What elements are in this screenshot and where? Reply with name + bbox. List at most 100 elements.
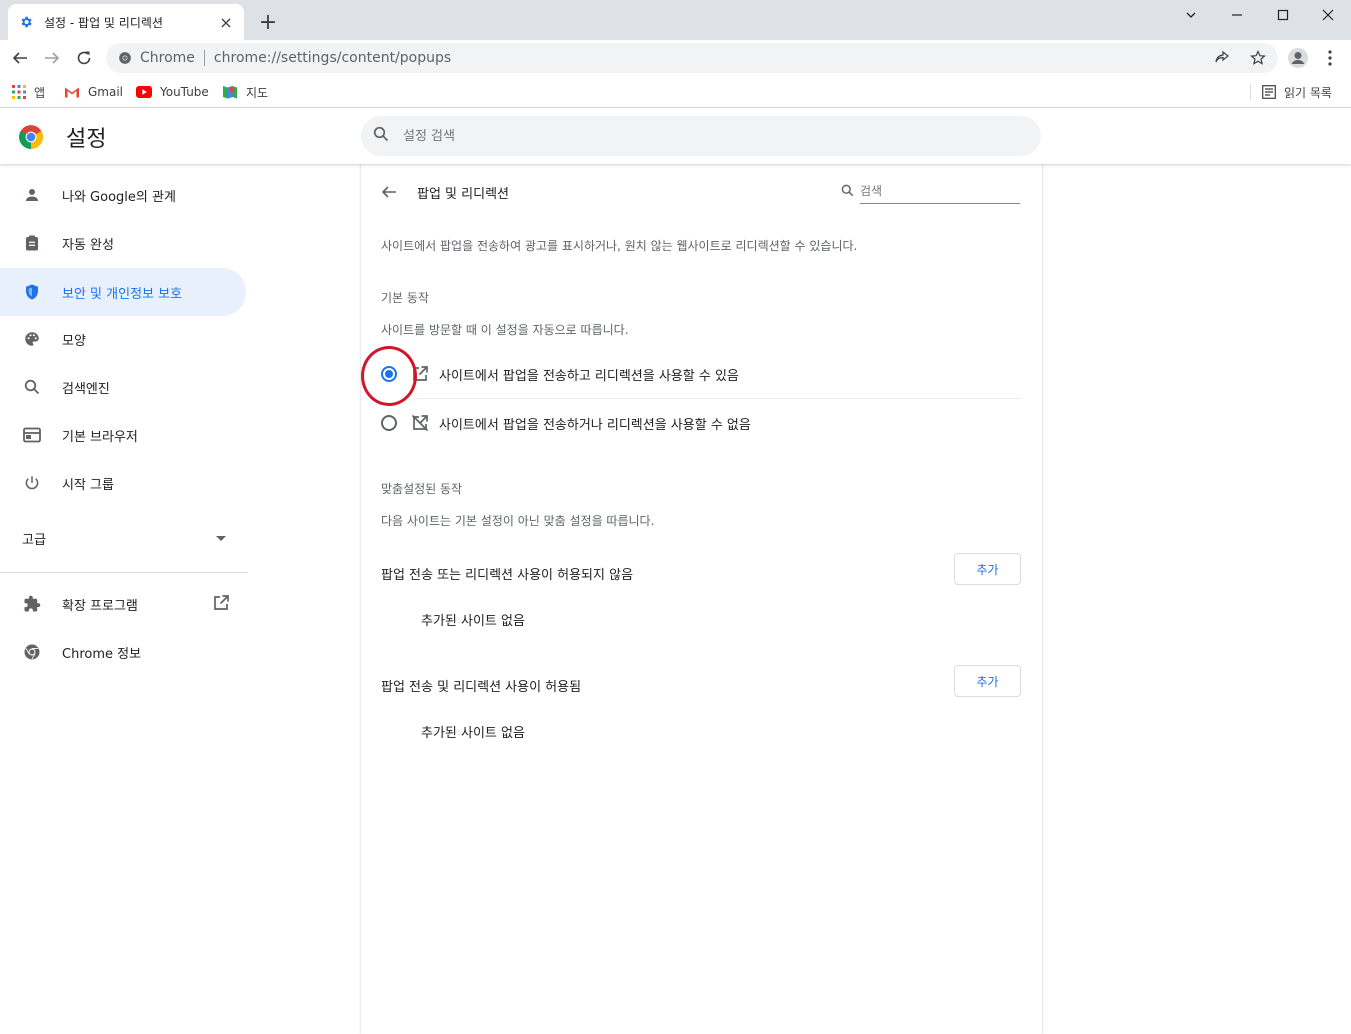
bookmarks-bar: 앱 Gmail YouTube 지도 읽기 목록 — [0, 76, 1351, 108]
bookmark-label: 지도 — [246, 85, 269, 100]
star-icon[interactable] — [1250, 43, 1266, 73]
gmail-icon — [64, 86, 80, 98]
radio-button-checked[interactable] — [381, 366, 397, 382]
radio-label: 사이트에서 팝업을 전송하고 리디렉션을 사용할 수 있음 — [439, 368, 739, 384]
sidebar-item-extensions[interactable]: 확장 프로그램 — [0, 580, 246, 628]
page-title: 팝업 및 리디렉션 — [417, 187, 509, 202]
bookmark-label: Gmail — [88, 85, 124, 99]
sidebar-item-you-and-google[interactable]: 나와 Google의 관계 — [0, 171, 246, 219]
blocked-sites-label: 팝업 전송 또는 리디렉션 사용이 허용되지 않음 — [381, 568, 634, 583]
reading-list-button[interactable]: 읽기 목록 — [1262, 80, 1332, 104]
close-icon[interactable]: × — [218, 13, 234, 32]
sidebar-item-label: 시작 그룹 — [62, 477, 114, 493]
chevron-down-icon[interactable] — [1168, 0, 1214, 30]
sidebar-item-label: 나와 Google의 관계 — [62, 189, 176, 205]
clipboard-icon — [22, 233, 42, 253]
radio-allow-popups[interactable]: 사이트에서 팝업을 전송하고 리디렉션을 사용할 수 있음 — [381, 350, 1021, 398]
apps-grid-icon — [12, 85, 26, 99]
sidebar: 나와 Google의 관계 자동 완성 보안 및 개인정보 보호 모양 검색엔진… — [0, 164, 248, 1034]
radio-block-popups[interactable]: 사이트에서 팝업을 전송하거나 리디렉션을 사용할 수 없음 — [381, 399, 1021, 447]
sidebar-divider — [0, 572, 248, 573]
bookmark-gmail[interactable]: Gmail — [64, 80, 123, 104]
back-arrow-icon[interactable] — [6, 44, 34, 72]
more-vertical-icon[interactable] — [1316, 44, 1344, 72]
add-allowed-site-button[interactable]: 추가 — [954, 665, 1021, 697]
reload-icon[interactable] — [70, 44, 98, 72]
sidebar-item-label: Chrome 정보 — [62, 646, 142, 662]
sidebar-item-label: 보안 및 개인정보 보호 — [62, 286, 183, 302]
sidebar-item-search-engine[interactable]: 검색엔진 — [0, 363, 246, 411]
radio-dot — [385, 370, 393, 378]
chrome-gray-icon — [22, 642, 42, 662]
sidebar-item-label: 확장 프로그램 — [62, 598, 138, 614]
card-header: 팝업 및 리디렉션 — [361, 164, 1042, 220]
reading-list-icon — [1262, 85, 1276, 99]
new-tab-button[interactable]: + — [256, 10, 280, 35]
youtube-icon — [136, 86, 152, 98]
tab-settings[interactable]: 설정 - 팝업 및 리디렉션 × — [8, 4, 244, 40]
blocked-empty-text: 추가된 사이트 없음 — [421, 614, 525, 629]
custom-behavior-subtitle: 다음 사이트는 기본 설정이 아닌 맞춤 설정을 따릅니다. — [381, 514, 655, 528]
sidebar-item-appearance[interactable]: 모양 — [0, 315, 246, 363]
url-text[interactable]: chrome://settings/content/popups — [214, 50, 451, 66]
chrome-chip: Chrome — [118, 50, 195, 66]
profile-avatar-icon[interactable] — [1284, 44, 1312, 72]
chrome-small-icon — [119, 52, 131, 64]
sidebar-item-label: 자동 완성 — [62, 237, 114, 253]
sidebar-advanced-toggle[interactable]: 고급 — [0, 514, 246, 562]
omnibox-separator — [203, 50, 205, 66]
search-icon — [22, 377, 42, 397]
tab-title: 설정 - 팝업 및 리디렉션 — [44, 15, 163, 30]
shield-icon — [22, 282, 42, 302]
tab-strip: 설정 - 팝업 및 리디렉션 × + — [0, 0, 1351, 40]
settings-header: 설정 — [0, 108, 1351, 164]
palette-icon — [22, 329, 42, 349]
puzzle-icon — [22, 594, 42, 614]
caret-down-icon — [216, 536, 226, 541]
sidebar-item-label: 검색엔진 — [62, 381, 110, 397]
default-behavior-subtitle: 사이트를 방문할 때 이 설정을 자동으로 따릅니다. — [381, 323, 629, 337]
radio-label: 사이트에서 팝업을 전송하거나 리디렉션을 사용할 수 없음 — [439, 417, 751, 433]
maps-icon — [222, 84, 238, 100]
advanced-label: 고급 — [22, 532, 46, 548]
settings-search-input[interactable] — [403, 128, 963, 144]
back-arrow-icon[interactable] — [377, 180, 401, 204]
browser-window-icon — [22, 425, 42, 445]
sidebar-item-on-startup[interactable]: 시작 그룹 — [0, 459, 246, 507]
bookmark-label: YouTube — [160, 85, 209, 99]
bookmark-apps[interactable]: 앱 — [12, 80, 45, 104]
page-search-input[interactable] — [860, 178, 1020, 204]
page-search[interactable] — [841, 178, 1021, 204]
forward-arrow-icon[interactable] — [38, 44, 66, 72]
add-blocked-site-button[interactable]: 추가 — [954, 553, 1021, 585]
allowed-sites-label: 팝업 전송 및 리디렉션 사용이 허용됨 — [381, 680, 582, 695]
popups-settings-card: 팝업 및 리디렉션 사이트에서 팝업을 전송하여 광고를 표시하거나, 원치 않… — [361, 164, 1042, 1034]
maximize-icon[interactable] — [1260, 0, 1306, 30]
settings-search[interactable] — [361, 116, 1041, 156]
reading-list-label: 읽기 목록 — [1284, 85, 1332, 100]
open-in-new-icon — [411, 365, 429, 383]
bookmark-youtube[interactable]: YouTube — [136, 80, 209, 104]
minimize-icon[interactable] — [1214, 0, 1260, 30]
person-icon — [22, 185, 42, 205]
bookmark-maps[interactable]: 지도 — [222, 80, 268, 104]
omnibox-chip-label: Chrome — [140, 50, 195, 66]
sidebar-item-privacy-security[interactable]: 보안 및 개인정보 보호 — [0, 268, 246, 316]
browser-toolbar: Chrome chrome://settings/content/popups — [0, 40, 1351, 76]
bookmark-label: 앱 — [34, 85, 46, 100]
bookmarks-divider — [1250, 84, 1251, 100]
sidebar-item-default-browser[interactable]: 기본 브라우저 — [0, 411, 246, 459]
sidebar-item-autofill[interactable]: 자동 완성 — [0, 219, 246, 267]
radio-button-unchecked[interactable] — [381, 415, 397, 431]
custom-behavior-heading: 맞춤설정된 동작 — [381, 482, 463, 496]
close-window-icon[interactable] — [1305, 0, 1351, 30]
power-icon — [22, 473, 42, 493]
sidebar-item-about-chrome[interactable]: Chrome 정보 — [0, 628, 246, 676]
search-icon — [373, 126, 389, 146]
gear-icon — [18, 14, 34, 30]
sidebar-item-label: 모양 — [62, 333, 86, 349]
address-bar[interactable]: Chrome chrome://settings/content/popups — [106, 43, 1278, 73]
popup-blocked-icon — [411, 414, 429, 432]
search-icon — [841, 182, 854, 201]
share-icon[interactable] — [1214, 43, 1230, 73]
